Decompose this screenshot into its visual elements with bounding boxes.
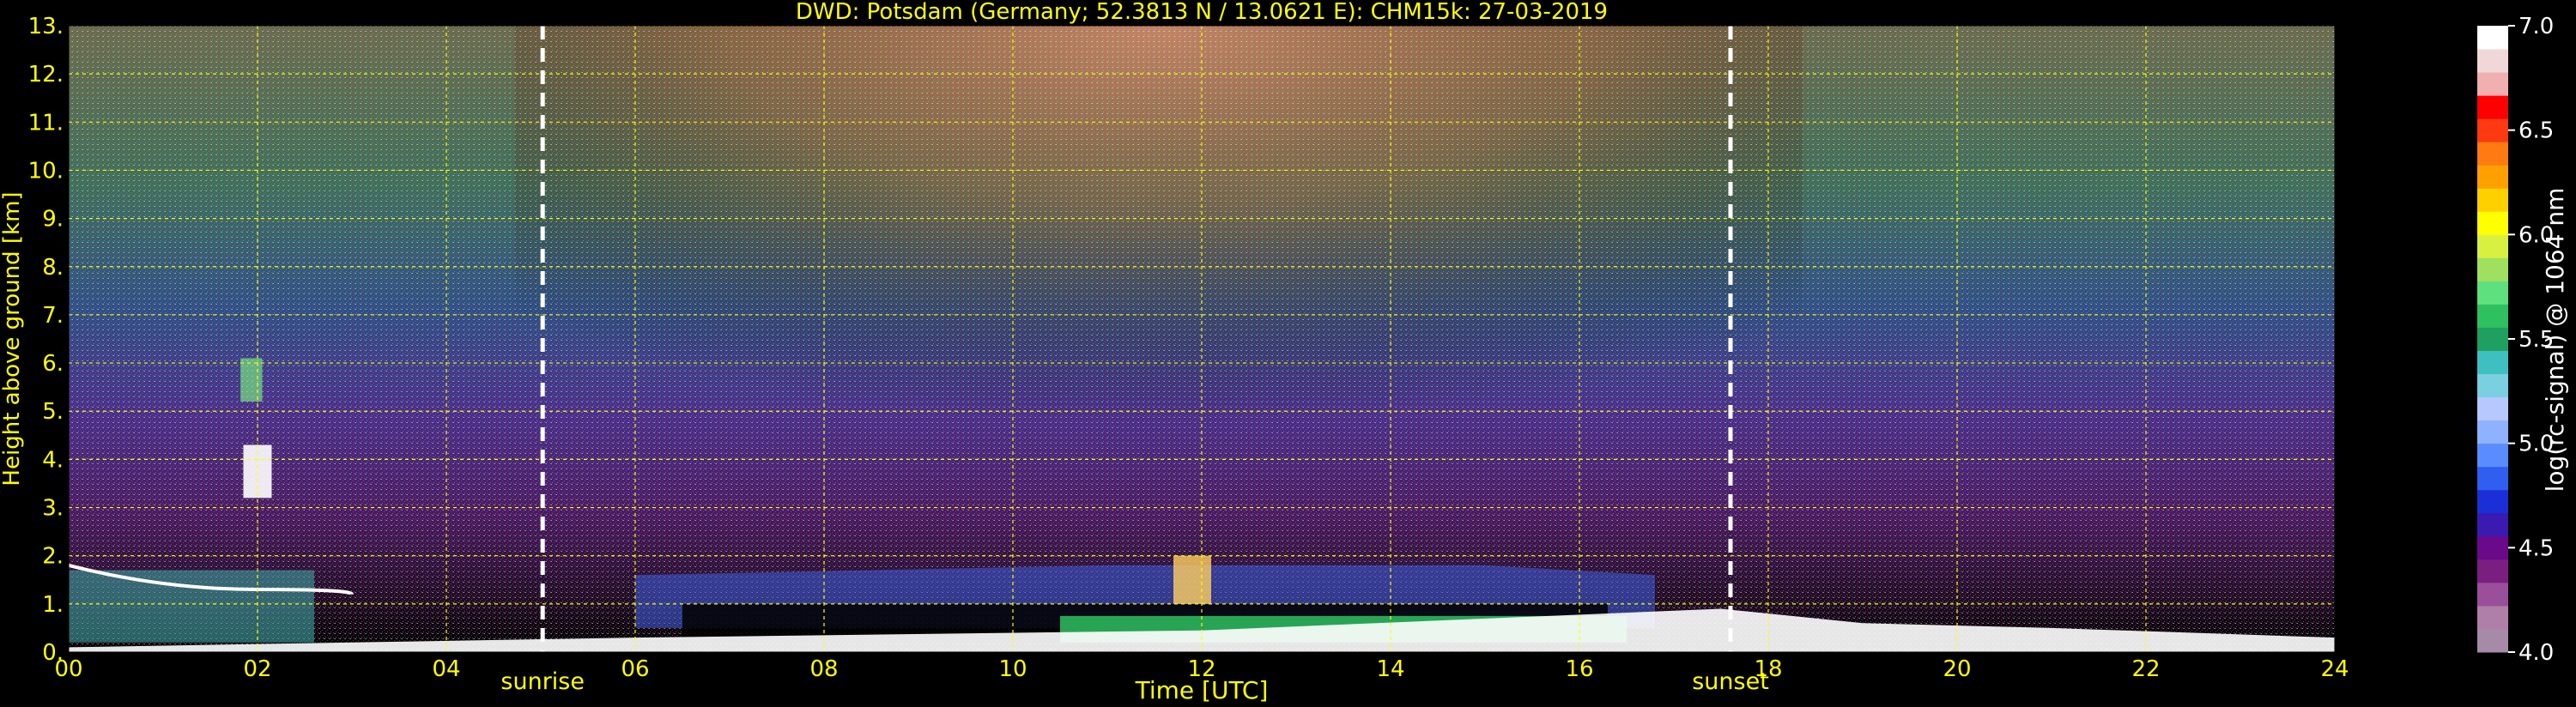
colorbar-segment (2477, 327, 2508, 352)
colorbar-segment (2477, 535, 2508, 560)
colorbar-segment (2477, 257, 2508, 281)
x-tick-label: 14 (1376, 656, 1404, 682)
colorbar-segment (2477, 420, 2508, 444)
y-tick-label: 7. (42, 303, 64, 329)
colorbar-segment (2477, 142, 2508, 166)
colorbar-segment (2477, 489, 2508, 514)
colorbar-segment (2477, 165, 2508, 189)
colorbar-segment (2477, 118, 2508, 142)
ceilometer-figure: sunrise sunset DWD: Potsdam (Germany; 52.… (0, 0, 2569, 704)
colorbar-segment (2477, 72, 2508, 96)
y-tick-label: 13. (28, 14, 64, 39)
colorbar-segment (2477, 188, 2508, 212)
y-tick-label: 12. (28, 62, 64, 88)
y-axis-ticks: 0.1.2.3.4.5.6.7.8.9.10.11.12.13. (28, 14, 64, 666)
colorbar-segment (2477, 605, 2508, 630)
y-tick-label: 2. (42, 544, 64, 570)
plot-area: sunrise sunset (68, 25, 2336, 695)
y-tick-label: 10. (28, 158, 64, 184)
colorbar-segment (2477, 26, 2508, 50)
colorbar-segment (2477, 396, 2508, 421)
y-tick-label: 6. (42, 351, 64, 377)
x-axis-label: Time [UTC] (1135, 676, 1269, 704)
y-tick-label: 3. (42, 496, 64, 522)
y-tick-label: 8. (42, 255, 64, 281)
colorbar-segment (2477, 512, 2508, 537)
colorbar-tick-label: 6.5 (2518, 118, 2554, 144)
y-tick-label: 4. (42, 447, 64, 473)
marker-label-sunrise: sunrise (500, 668, 585, 695)
colorbar-tick-label: 7.0 (2518, 14, 2554, 39)
night-layer (69, 570, 314, 643)
colorbar-segment (2477, 95, 2508, 119)
y-tick-label: 1. (42, 592, 64, 618)
chart-title: DWD: Potsdam (Germany; 52.3813 N / 13.06… (796, 0, 1608, 25)
colorbar-segment (2477, 628, 2508, 653)
colorbar-segment (2477, 49, 2508, 73)
colorbar-segment (2477, 350, 2508, 375)
y-tick-label: 11. (28, 110, 64, 136)
x-tick-label: 04 (432, 656, 460, 682)
x-tick-label: 02 (243, 656, 271, 682)
colorbar-segment (2477, 373, 2508, 398)
colorbar-segment (2477, 466, 2508, 491)
colorbar-segment (2477, 304, 2508, 328)
colorbar-segment (2477, 281, 2508, 305)
colorbar-tick-label: 4.0 (2518, 640, 2554, 666)
x-tick-label: 10 (998, 656, 1027, 682)
colorbar-segment (2477, 582, 2508, 607)
colorbar-segment (2477, 443, 2508, 468)
x-tick-label: 18 (1754, 656, 1782, 682)
cloud-patch (240, 358, 263, 402)
x-tick-label: 20 (1943, 656, 1971, 682)
colorbar-tick-label: 4.5 (2518, 535, 2554, 561)
colorbar (2477, 26, 2508, 653)
y-tick-label: 9. (42, 207, 64, 233)
x-tick-label: 06 (621, 656, 649, 682)
x-tick-label: 08 (809, 656, 838, 682)
x-tick-label: 24 (2320, 656, 2349, 682)
cloud-patch (1173, 555, 1211, 604)
colorbar-label: log(rc-signal) @ 1064 nm (2541, 188, 2569, 492)
x-tick-label: 16 (1565, 656, 1593, 682)
x-tick-label: 22 (2131, 656, 2160, 682)
colorbar-segment (2477, 559, 2508, 583)
y-tick-label: 5. (42, 399, 64, 425)
y-axis-label: Height above ground [km] (0, 191, 25, 486)
colorbar-segment (2477, 211, 2508, 235)
x-tick-label: 00 (54, 656, 82, 682)
colorbar-segment (2477, 234, 2508, 258)
